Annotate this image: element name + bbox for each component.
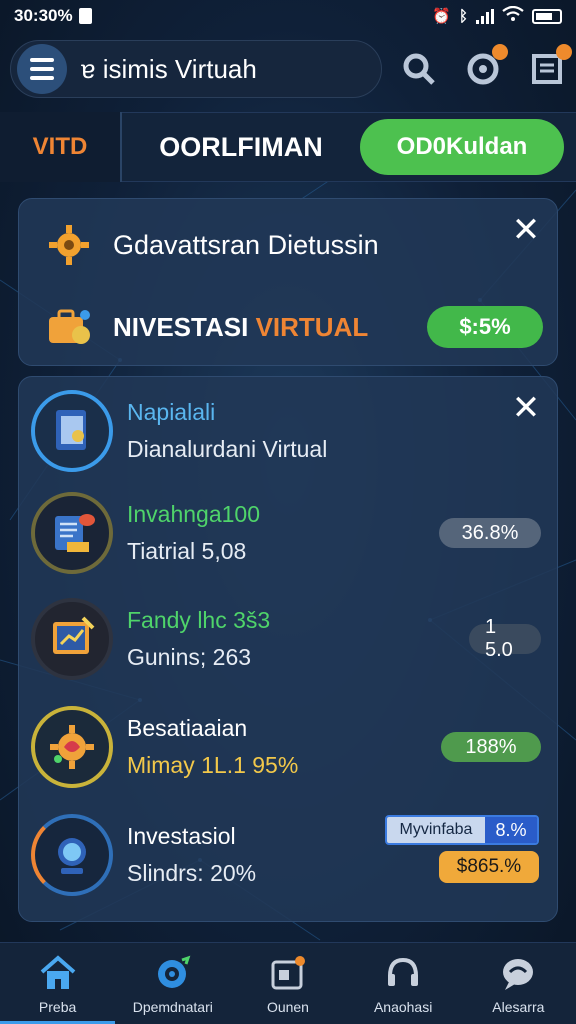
bottom-navigation: Preba Dpemdnatari Ounen Anaohasi Alesarr… xyxy=(0,942,576,1024)
item-title: Investasiol xyxy=(127,823,236,849)
target-lens-icon xyxy=(31,814,113,896)
badge-tag: Myvinfaba xyxy=(387,817,485,843)
item-subtitle: Mimay 1L.1 95% xyxy=(127,752,299,778)
nav-label: Dpemdnatari xyxy=(132,998,213,1015)
notification-dot xyxy=(492,44,508,60)
nav-label: Anaohasi xyxy=(373,998,433,1015)
search-bar[interactable]: ɐ isimis Virtuah xyxy=(10,40,382,98)
tab-strip: VITD OORLFIMAN OD0Kuldan xyxy=(0,112,576,182)
home-icon xyxy=(38,953,78,993)
alarm-icon: ⏰ xyxy=(432,8,451,25)
item-title: Napialali xyxy=(127,399,216,425)
item-subtitle: Slindrs: 20% xyxy=(127,860,257,886)
list-item[interactable]: Investasiol Slindrs: 20% Myvinfaba 8.% $… xyxy=(19,807,559,903)
tab-oorlfiman[interactable]: OORLFIMAN xyxy=(122,132,360,163)
report-icon xyxy=(31,492,113,574)
document-notification-icon[interactable] xyxy=(528,44,572,88)
item-title: Fandy lhc 3š3 xyxy=(127,607,271,633)
target-notification-icon[interactable] xyxy=(464,44,508,88)
status-bar: 30:30% ⏰ ᛒ xyxy=(0,0,576,32)
invest-title-main: NIVESTASI xyxy=(113,311,249,342)
wallet-icon xyxy=(268,953,308,993)
list-item[interactable]: Fandy lhc 3š3 Gunins; 263 1 5.0 xyxy=(19,591,559,687)
signal-icon xyxy=(476,8,494,24)
cta-button[interactable]: OD0Kuldan xyxy=(360,119,564,175)
item-subtitle: Dianalurdani Virtual xyxy=(127,436,328,462)
search-input-text: isimis Virtuah xyxy=(102,53,257,84)
stats-badge[interactable]: Myvinfaba 8.% $865.% xyxy=(385,815,539,883)
investment-list-card: ✕ Napialali Dianalurdani Virtual Invahng… xyxy=(18,376,558,922)
chat-icon xyxy=(498,953,538,993)
notice-title: Gdavattsran Dietussin xyxy=(113,229,379,260)
invest-title: NIVESTASI VIRTUAL xyxy=(113,312,368,343)
menu-button[interactable] xyxy=(17,44,67,94)
list-item[interactable]: Invahnga100 Tiatrial 5,08 36.8% xyxy=(19,485,559,581)
search-icon[interactable] xyxy=(400,50,438,88)
nav-home[interactable]: Preba xyxy=(0,943,116,1024)
nav-support[interactable]: Anaohasi xyxy=(346,943,461,1024)
bluetooth-icon: ᛒ xyxy=(458,7,468,25)
nav-label: Alesarra xyxy=(492,998,545,1015)
item-subtitle: Gunins; 263 xyxy=(127,644,252,670)
list-item[interactable]: Besatiaaian Mimay 1L.1 95% 188% xyxy=(19,699,559,795)
headset-icon xyxy=(383,953,423,993)
value-chip[interactable]: 1 5.0 xyxy=(469,616,541,661)
tab-vitd[interactable]: VITD xyxy=(0,112,122,182)
item-title: Invahnga100 xyxy=(127,501,261,527)
invest-title-accent: VIRTUAL xyxy=(255,311,369,342)
status-time: 30:30% xyxy=(14,6,73,25)
target-icon xyxy=(153,953,193,993)
percent-chip[interactable]: 36.8% xyxy=(439,518,541,548)
document-icon xyxy=(31,390,113,472)
item-subtitle: Tiatrial 5,08 xyxy=(127,538,247,564)
search-input[interactable]: ɐ isimis Virtuah xyxy=(81,54,257,85)
nav-target[interactable]: Dpemdnatari xyxy=(115,943,230,1024)
notification-dot xyxy=(556,44,572,60)
search-prefix-glyph: ɐ xyxy=(81,53,96,84)
battery-icon xyxy=(532,8,562,24)
percent-chip[interactable]: 188% xyxy=(441,732,541,762)
nav-label: Preba xyxy=(38,998,77,1015)
nav-label: Ounen xyxy=(266,998,309,1015)
list-item[interactable]: Napialali Dianalurdani Virtual xyxy=(19,383,559,479)
wifi-icon xyxy=(502,5,524,26)
amount-chip: $865.% xyxy=(439,851,539,883)
invest-value-chip[interactable]: $:5% xyxy=(427,306,543,348)
nav-wallet[interactable]: Ounen xyxy=(230,943,345,1024)
badge-value: 8.% xyxy=(485,817,537,843)
nav-chat[interactable]: Alesarra xyxy=(461,943,576,1024)
item-title: Besatiaaian xyxy=(127,715,248,741)
briefcase-icon xyxy=(43,301,95,353)
app-header: ɐ isimis Virtuah xyxy=(10,38,572,100)
gear-heart-icon xyxy=(31,706,113,788)
gear-icon xyxy=(43,219,95,271)
chart-board-icon xyxy=(31,598,113,680)
notice-card: ✕ Gdavattsran Dietussin NIVESTASI VIRTUA… xyxy=(18,198,558,366)
sim-icon xyxy=(78,8,92,24)
